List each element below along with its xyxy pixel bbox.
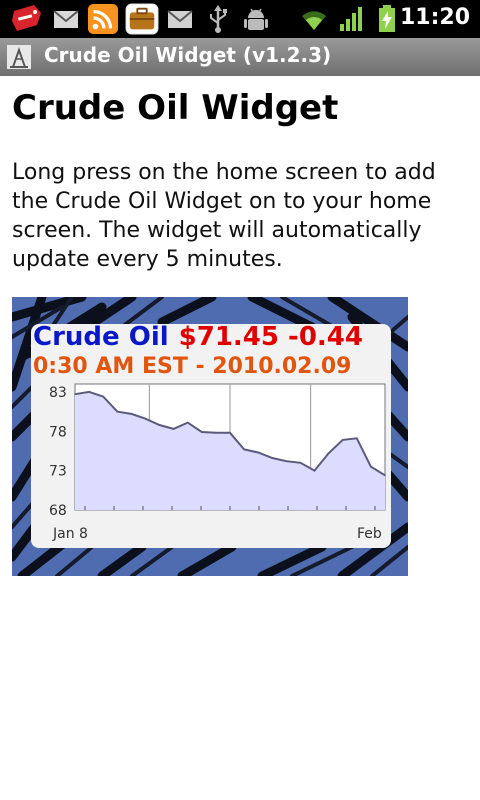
price-point bbox=[88, 391, 90, 393]
price-chart: 83 78 73 68 Jan 8 Feb bbox=[49, 383, 386, 542]
briefcase-icon bbox=[125, 3, 159, 35]
clock: 11:20 bbox=[399, 5, 470, 30]
price-value: $71.45 bbox=[178, 322, 279, 352]
widget-header: Crude Oil $71.45 -0.44 bbox=[33, 322, 363, 352]
commodity-name: Crude Oil bbox=[33, 322, 169, 352]
price-point bbox=[285, 460, 288, 462]
wifi-icon bbox=[302, 11, 326, 30]
x-tick-label: Feb bbox=[357, 526, 382, 542]
price-point bbox=[215, 432, 217, 434]
price-point bbox=[257, 451, 259, 454]
status-bar: 11:20 bbox=[0, 0, 480, 38]
page-title: Crude Oil Widget bbox=[12, 88, 339, 128]
widget-card: Crude Oil $71.45 -0.44 0:30 AM EST - 2010… bbox=[31, 322, 391, 548]
price-point bbox=[356, 437, 358, 440]
price-point bbox=[229, 432, 231, 434]
price-point bbox=[186, 421, 189, 424]
signal-bars-icon bbox=[340, 7, 362, 31]
description-text: Long press on the home screen to add the… bbox=[12, 160, 436, 272]
android-debug-icon bbox=[244, 8, 268, 30]
x-tick-label: Jan 8 bbox=[52, 526, 88, 542]
price-point bbox=[144, 417, 147, 420]
usb-icon bbox=[210, 5, 227, 33]
price-point bbox=[341, 439, 344, 441]
y-tick-label: 68 bbox=[49, 503, 67, 519]
window-title: Crude Oil Widget (v1.2.3) bbox=[44, 43, 332, 67]
price-point bbox=[158, 424, 161, 426]
price-point bbox=[327, 452, 330, 455]
price-change: -0.44 bbox=[288, 322, 363, 352]
price-point bbox=[271, 457, 274, 459]
email-icon bbox=[167, 10, 193, 28]
price-point bbox=[102, 395, 104, 398]
widget-preview: Crude Oil $71.45 -0.44 0:30 AM EST - 2010… bbox=[12, 297, 408, 576]
price-point bbox=[370, 465, 372, 468]
price-point bbox=[243, 448, 245, 451]
gmail-icon bbox=[53, 10, 79, 28]
price-point bbox=[313, 469, 316, 472]
y-tick-label: 78 bbox=[49, 424, 67, 440]
y-tick-label: 73 bbox=[49, 464, 67, 480]
oil-derrick-icon bbox=[7, 45, 31, 69]
price-point bbox=[116, 410, 119, 413]
price-point bbox=[130, 413, 133, 415]
price-point bbox=[299, 462, 302, 464]
hot-deals-tag-icon bbox=[12, 5, 41, 31]
update-timestamp: 0:30 AM EST - 2010.02.09 bbox=[33, 354, 352, 379]
price-point bbox=[74, 393, 76, 395]
price-point bbox=[172, 428, 175, 430]
title-bar: Crude Oil Widget (v1.2.3) bbox=[0, 38, 480, 76]
y-tick-label: 83 bbox=[49, 385, 67, 401]
rss-feed-icon bbox=[87, 3, 119, 35]
price-point bbox=[384, 474, 386, 477]
price-point bbox=[201, 431, 203, 433]
battery-charging-icon bbox=[379, 5, 395, 32]
